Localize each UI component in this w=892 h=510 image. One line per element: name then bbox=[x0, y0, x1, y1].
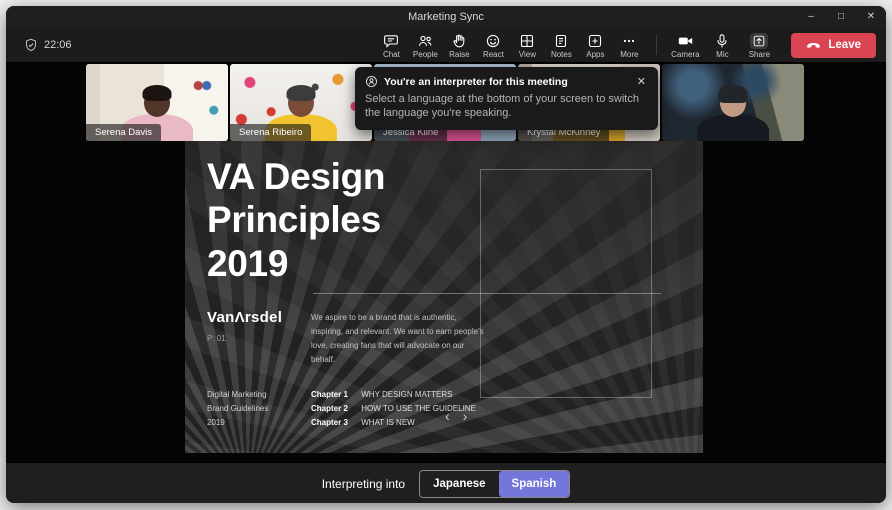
prev-slide-chevron-icon[interactable]: ‹ bbox=[445, 409, 450, 423]
chapter-label: Chapter 1 bbox=[311, 388, 359, 402]
chat-button[interactable]: Chat bbox=[374, 31, 408, 60]
window-controls: – □ ✕ bbox=[796, 6, 886, 28]
language-japanese-button[interactable]: Japanese bbox=[420, 471, 498, 497]
interpreter-icon bbox=[365, 75, 378, 88]
participant-name-label: Serena Ribeiro bbox=[230, 124, 311, 141]
people-button-label: People bbox=[413, 50, 438, 59]
participant-silhouette bbox=[693, 87, 773, 141]
slide-outline-rectangle bbox=[480, 169, 652, 398]
slide-page-number: P: 01 bbox=[207, 334, 226, 343]
people-icon bbox=[417, 33, 433, 49]
toolbar-buttons: Chat People Raise bbox=[374, 31, 886, 60]
interpreting-into-label: Interpreting into bbox=[322, 477, 405, 491]
chapter-row: Chapter 1 WHY DESIGN MATTERS bbox=[311, 388, 476, 402]
teams-meeting-window: Marketing Sync – □ ✕ 22:06 Chat bbox=[6, 6, 886, 503]
language-spanish-button[interactable]: Spanish bbox=[499, 471, 570, 497]
maximize-button[interactable]: □ bbox=[826, 6, 856, 28]
share-icon-frame bbox=[750, 33, 768, 49]
chat-icon bbox=[383, 33, 399, 49]
chapter-label: Chapter 2 bbox=[311, 402, 359, 416]
slide-title: VA Design Principles 2019 bbox=[207, 155, 385, 285]
toolbar-divider bbox=[656, 35, 657, 55]
video-feed bbox=[662, 64, 804, 141]
toast-close-button[interactable]: ✕ bbox=[635, 75, 648, 88]
mic-button-label: Mic bbox=[716, 50, 728, 59]
vanarsdel-logo: VanΛrsdel bbox=[207, 309, 282, 326]
toast-body: Select a language at the bottom of your … bbox=[365, 92, 648, 121]
slide-meta: Digital Marketing Brand Guidelines 2019 bbox=[207, 388, 268, 430]
meeting-timer: 22:06 bbox=[24, 38, 72, 52]
interpreting-bar: Interpreting into Japanese Spanish bbox=[6, 462, 886, 503]
camera-button-label: Camera bbox=[671, 50, 699, 59]
shield-check-icon bbox=[24, 38, 38, 52]
notes-icon bbox=[553, 33, 569, 49]
raise-hand-button-label: Raise bbox=[449, 50, 469, 59]
chapter-label: Chapter 3 bbox=[311, 416, 359, 430]
share-button-label: Share bbox=[749, 50, 770, 59]
view-button-label: View bbox=[519, 50, 536, 59]
share-icon bbox=[752, 34, 766, 48]
window-title: Marketing Sync bbox=[6, 11, 886, 23]
slide-mission-text: We aspire to be a brand that is authenti… bbox=[311, 311, 485, 367]
camera-icon bbox=[677, 33, 694, 49]
participant-name-label: Serena Davis bbox=[86, 124, 161, 141]
people-button[interactable]: People bbox=[408, 31, 442, 60]
shared-presentation-slide: VA Design Principles 2019 VanΛrsdel P: 0… bbox=[185, 141, 703, 453]
share-button[interactable]: Share bbox=[739, 31, 779, 60]
apps-button[interactable]: Apps bbox=[578, 31, 612, 60]
more-button[interactable]: More bbox=[612, 31, 646, 60]
video-tile-serena-davis[interactable]: Serena Davis bbox=[86, 64, 228, 141]
meeting-timer-value: 22:06 bbox=[44, 39, 72, 51]
minimize-button[interactable]: – bbox=[796, 6, 826, 28]
slide-title-line: VA Design bbox=[207, 155, 385, 198]
interpreter-toast: You're an interpreter for this meeting ✕… bbox=[355, 67, 658, 130]
slide-meta-line: Brand Guidelines bbox=[207, 402, 268, 416]
notes-button[interactable]: Notes bbox=[544, 31, 578, 60]
toast-header: You're an interpreter for this meeting ✕ bbox=[365, 75, 648, 88]
notes-button-label: Notes bbox=[551, 50, 572, 59]
language-toggle-group: Japanese Spanish bbox=[419, 470, 570, 498]
chat-button-label: Chat bbox=[383, 50, 400, 59]
video-tile-serena-ribeiro[interactable]: Serena Ribeiro bbox=[230, 64, 372, 141]
view-button[interactable]: View bbox=[510, 31, 544, 60]
slide-title-line: 2019 bbox=[207, 242, 385, 285]
screenshot-viewport: Marketing Sync – □ ✕ 22:06 Chat bbox=[0, 0, 892, 510]
chapter-title: WHAT IS NEW bbox=[361, 418, 414, 427]
react-button[interactable]: React bbox=[476, 31, 510, 60]
titlebar: Marketing Sync – □ ✕ bbox=[6, 6, 886, 28]
leave-button-label: Leave bbox=[828, 39, 861, 51]
leave-button[interactable]: Leave bbox=[791, 33, 876, 58]
toast-title: You're an interpreter for this meeting bbox=[384, 76, 629, 88]
react-button-label: React bbox=[483, 50, 504, 59]
react-smiley-icon bbox=[485, 33, 501, 49]
raise-hand-button[interactable]: Raise bbox=[442, 31, 476, 60]
next-slide-chevron-icon[interactable]: › bbox=[463, 409, 468, 423]
slide-meta-line: 2019 bbox=[207, 416, 268, 430]
more-ellipsis-icon bbox=[621, 33, 637, 49]
mic-button[interactable]: Mic bbox=[705, 31, 739, 60]
meeting-toolbar: 22:06 Chat People bbox=[6, 28, 886, 63]
raise-hand-icon bbox=[451, 33, 467, 49]
hangup-icon bbox=[806, 40, 821, 50]
video-tile-unnamed[interactable] bbox=[662, 64, 804, 141]
apps-plus-icon bbox=[587, 33, 603, 49]
more-button-label: More bbox=[620, 50, 638, 59]
view-grid-icon bbox=[519, 33, 535, 49]
slide-navigation: ‹ › bbox=[445, 409, 467, 423]
slide-meta-line: Digital Marketing bbox=[207, 388, 268, 402]
apps-button-label: Apps bbox=[586, 50, 604, 59]
chapter-title: WHY DESIGN MATTERS bbox=[361, 390, 452, 399]
mic-icon bbox=[714, 33, 730, 49]
close-button[interactable]: ✕ bbox=[856, 6, 886, 28]
camera-button[interactable]: Camera bbox=[665, 31, 705, 60]
slide-title-line: Principles bbox=[207, 198, 385, 241]
meeting-stage: Serena Davis Serena Ribeiro Jessica Klin… bbox=[6, 63, 886, 462]
